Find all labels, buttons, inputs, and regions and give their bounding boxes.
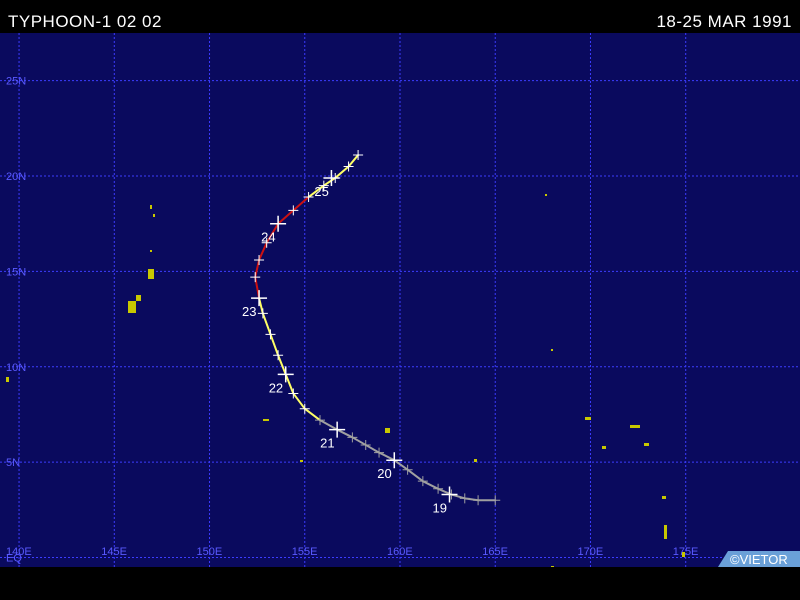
copyright-badge: ©VIETOR <box>718 551 800 567</box>
day-label-19: 19 <box>433 501 447 516</box>
footer-bar <box>0 567 800 600</box>
island-marshall-3 <box>602 446 606 449</box>
lat-label-10N: 10N <box>6 362 26 374</box>
day-label-23: 23 <box>242 304 256 319</box>
lon-label-165E: 165E <box>482 546 508 558</box>
island-tinian <box>136 295 141 301</box>
lon-label-155E: 155E <box>292 546 318 558</box>
day-label-20: 20 <box>377 466 391 481</box>
storm-title: TYPHOON-1 02 02 <box>8 12 162 31</box>
day-label-21: 21 <box>320 436 334 451</box>
island-caroline-2 <box>300 460 303 462</box>
island-north-marianas-3 <box>150 250 152 252</box>
lat-label-25N: 25N <box>6 76 26 88</box>
island-anatahan <box>148 269 154 279</box>
island-caroline-1 <box>263 419 269 421</box>
map-canvas: 25N20N15N10N5NEQ140E 145E 150E 155E 160E 165E… <box>0 33 800 599</box>
island-marshall-1 <box>551 349 553 351</box>
lon-label-150E: 150E <box>197 546 223 558</box>
track-map: 25N 20N 15N 10N 5N EQ 140E 145E 150E 155E 160E 165E… <box>0 33 800 599</box>
lat-label-15N: 15N <box>6 266 26 278</box>
island-gilbert-1 <box>662 496 666 499</box>
island-marshall-4 <box>630 425 640 428</box>
lon-label-140E: 140E <box>6 546 32 558</box>
island-gilbert-2 <box>664 525 667 539</box>
lon-label-160E: 160E <box>387 546 413 558</box>
day-label-25: 25 <box>314 184 328 199</box>
island-north-marianas-2 <box>153 214 155 217</box>
island-marshall-5 <box>644 443 649 446</box>
island-marshall-2 <box>585 417 591 420</box>
island-west <box>6 377 9 382</box>
island-pohnpei <box>385 428 390 433</box>
date-range: 18-25 MAR 1991 <box>656 12 792 31</box>
lon-label-145E: 145E <box>101 546 127 558</box>
lon-label-175E: 175E <box>673 546 699 558</box>
lon-label-170E: 170E <box>577 546 603 558</box>
day-label-22: 22 <box>269 380 283 395</box>
header-bar: TYPHOON-1 02 02 18-25 MAR 1991 <box>0 0 800 32</box>
island-wake <box>545 194 547 196</box>
island-north-marianas-1 <box>150 205 152 209</box>
lat-label-5N: 5N <box>6 457 20 469</box>
lat-label-20N: 20N <box>6 171 26 183</box>
island-gilbert-3 <box>682 552 685 557</box>
island-saipan <box>128 301 136 313</box>
copyright-text: ©VIETOR <box>730 552 788 567</box>
island-kosrae <box>474 459 477 462</box>
day-label-24: 24 <box>261 230 275 245</box>
